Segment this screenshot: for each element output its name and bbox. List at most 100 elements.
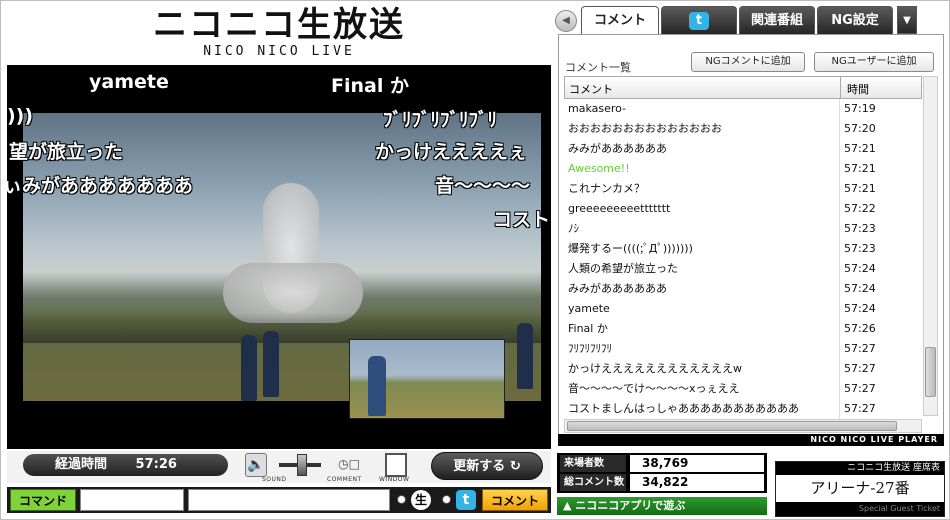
comment-time: 57:23 (844, 222, 876, 235)
table-row[interactable]: makasero- 57:19 (564, 99, 922, 119)
comment-time: 57:27 (844, 342, 876, 355)
post-nico-radio[interactable] (397, 495, 406, 504)
visitors-count: 38,769 (630, 455, 764, 472)
sound-label: SOUND (262, 476, 287, 483)
refresh-icon: ↻ (509, 459, 521, 474)
tab-twitter[interactable]: t (661, 6, 737, 34)
comment-table-header: コメント 時間 (564, 76, 922, 99)
table-row[interactable]: おおおおおおおおおおおおおお 57:20 (564, 119, 922, 139)
comment-time: 57:21 (844, 142, 876, 155)
picture-in-picture (349, 339, 505, 419)
spectator (241, 335, 257, 401)
comment-input[interactable] (188, 489, 390, 511)
horizontal-scrollbar[interactable] (564, 419, 922, 433)
spectator (368, 356, 386, 416)
comment-time: 57:21 (844, 182, 876, 195)
comment-time: 57:19 (844, 102, 876, 115)
comment-toggle-icon[interactable]: ◷□ (332, 453, 366, 477)
comment-text: 音～～～～でけ～～～～xっぇええ (568, 382, 740, 395)
comment-text: yamete (568, 302, 610, 315)
total-comments-label: 総コメント数 (560, 474, 626, 491)
twitter-icon: t (456, 490, 476, 510)
comment-text: みみがああああああ (568, 282, 667, 295)
comment-text: 人類の希望が旅立った (568, 262, 678, 275)
table-row[interactable]: 人類の希望が旅立った 57:24 (564, 259, 922, 279)
volume-knob[interactable] (297, 454, 307, 476)
column-header-time[interactable]: 時間 (847, 81, 869, 97)
table-row[interactable]: コストましんはっしゃあああああああああああ 57:27 (564, 399, 922, 419)
add-ng-user-button[interactable]: NGユーザーに追加 (814, 52, 934, 72)
comment-time: 57:22 (844, 202, 876, 215)
tab-comments[interactable]: コメント (581, 6, 659, 34)
table-row[interactable]: これナンカメ？ 57:21 (564, 179, 922, 199)
table-row[interactable]: みみがああああああ 57:21 (564, 139, 922, 159)
comment-time: 57:23 (844, 242, 876, 255)
app-link-label: ニコニコアプリで遊ぶ (575, 499, 686, 512)
table-row[interactable]: ﾌﾘﾌﾘﾌﾘﾌﾘ 57:27 (564, 339, 922, 359)
seat-ticket: ニコニコ生放送 座席表 アリーナ-27番 Special Guest Ticke… (775, 461, 945, 517)
table-row[interactable]: 爆発するー((((;ﾟДﾟ))))))) 57:23 (564, 239, 922, 259)
danmaku-comment: ぃみがあああああああ (7, 175, 194, 197)
danmaku-comment: 望が旅立った (9, 141, 124, 163)
speaker-icon[interactable]: 🔈 (245, 453, 267, 477)
comment-time: 57:20 (844, 122, 876, 135)
table-row[interactable]: かっけええええええええええええw 57:27 (564, 359, 922, 379)
danmaku-comment: ﾌﾞﾘﾌﾞﾘﾌﾞﾘﾌﾞﾘ (383, 109, 498, 131)
comment-time: 57:27 (844, 402, 876, 415)
comment-command-bar: コマンド 生 t コメント (7, 487, 551, 513)
column-divider[interactable] (840, 77, 841, 98)
nicolive-logo: ニコニコ生放送 NICO NICO LIVE (7, 5, 551, 63)
refresh-button[interactable]: 更新する ↻ (431, 452, 543, 480)
scrollbar-thumb[interactable] (567, 421, 897, 431)
table-row[interactable]: Awesome!! 57:21 (564, 159, 922, 179)
elapsed-time: 57:26 (135, 457, 177, 472)
comment-time: 57:27 (844, 362, 876, 375)
comment-text: Final か (568, 322, 608, 335)
tab-more-dropdown[interactable]: ▼ (897, 6, 917, 34)
danmaku-comment: Final か (331, 75, 409, 97)
stats-box: 来場者数 38,769 総コメント数 34,822 (557, 453, 767, 493)
vertical-scrollbar[interactable] (923, 76, 938, 416)
tab-prev-button[interactable]: ◀ (555, 10, 577, 32)
command-input[interactable] (80, 489, 184, 511)
tab-ng-settings[interactable]: NG設定 (817, 6, 893, 34)
post-twitter-radio[interactable] (442, 495, 451, 504)
nama-icon: 生 (411, 490, 431, 510)
player-controls: 経過時間 57:26 🔈 SOUND ◷□ COMMENT WINDOW 更新す… (7, 451, 551, 483)
command-label: コマンド (10, 489, 76, 511)
window-mode-icon[interactable] (385, 453, 407, 477)
video-stream[interactable]: yamete Final か ))) ﾌﾞﾘﾌﾞﾘﾌﾞﾘﾌﾞﾘ 望が旅立った か… (7, 65, 551, 449)
comment-text: greeeeeeeeettttttt (568, 202, 671, 215)
nicolive-player: ニコニコ生放送 NICO NICO LIVE yamete Final か ))… (0, 0, 950, 520)
comment-text: おおおおおおおおおおおおおお (568, 122, 722, 135)
twitter-icon: t (689, 12, 709, 30)
table-row[interactable]: Final か 57:26 (564, 319, 922, 339)
comment-time: 57:21 (844, 162, 876, 175)
comment-text: みみがああああああ (568, 142, 667, 155)
table-row[interactable]: yamete 57:24 (564, 299, 922, 319)
ticket-footer: Special Guest Ticket (776, 502, 944, 516)
tab-related-programs[interactable]: 関連番組 (739, 6, 815, 34)
comment-text: ﾌﾘﾌﾘﾌﾘﾌﾘ (568, 342, 612, 355)
danmaku-comment: yamete (89, 71, 169, 93)
spectator (263, 331, 279, 397)
ticket-header: ニコニコ生放送 座席表 (776, 462, 944, 475)
total-comments-count: 34,822 (630, 474, 764, 491)
column-header-comment[interactable]: コメント (569, 81, 613, 97)
player-brand-label: NICO NICO LIVE PLAYER (558, 434, 944, 446)
scrollbar-thumb[interactable] (925, 347, 936, 397)
comment-table-body: makasero- 57:19 おおおおおおおおおおおおおお 57:20 みみがああ… (564, 99, 922, 419)
comment-time: 57:24 (844, 262, 876, 275)
logo-title: ニコニコ生放送 (153, 5, 405, 45)
danmaku-comment: ))) (7, 105, 34, 127)
add-ng-comment-button[interactable]: NGコメントに追加 (691, 52, 805, 72)
table-row[interactable]: みみがああああああ 57:24 (564, 279, 922, 299)
table-row[interactable]: greeeeeeeeettttttt 57:22 (564, 199, 922, 219)
table-row[interactable]: ﾉｼ 57:23 (564, 219, 922, 239)
danmaku-comment: 音～～～～ (435, 175, 531, 197)
table-row[interactable]: 音～～～～でけ～～～～xっぇええ 57:27 (564, 379, 922, 399)
comment-list-title: コメント一覧 (565, 61, 631, 74)
volume-slider[interactable] (279, 453, 321, 477)
submit-comment-button[interactable]: コメント (482, 489, 548, 511)
nico-app-link[interactable]: ▲ ニコニコアプリで遊ぶ (557, 497, 767, 515)
